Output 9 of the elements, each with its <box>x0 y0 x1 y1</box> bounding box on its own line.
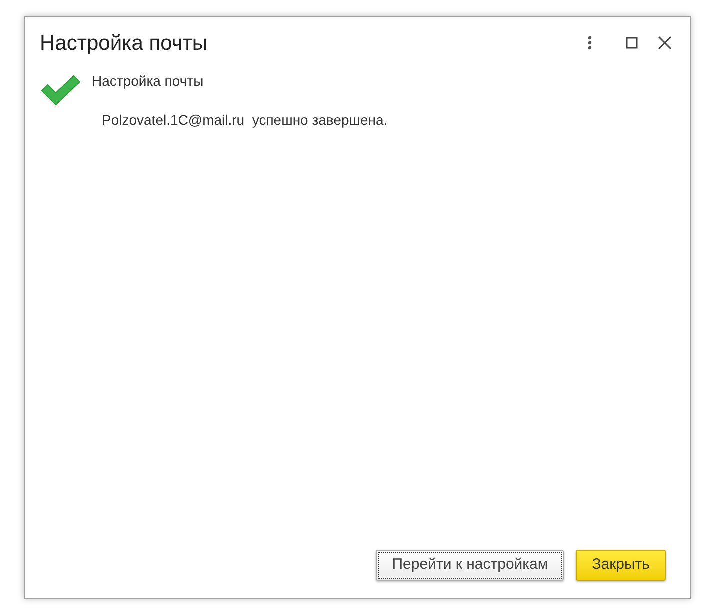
close-icon[interactable] <box>658 36 672 50</box>
checkmark-icon <box>40 75 82 107</box>
window-title: Настройка почты <box>40 31 208 58</box>
more-icon[interactable] <box>588 36 592 50</box>
settings-button[interactable]: Перейти к настройкам <box>376 550 564 581</box>
maximize-icon[interactable] <box>626 37 638 49</box>
close-button[interactable]: Закрыть <box>576 550 666 581</box>
message-heading: Настройка почты <box>92 72 205 91</box>
message-text: Polzovatel.1C@mail.ru успешно завершена. <box>102 111 388 130</box>
